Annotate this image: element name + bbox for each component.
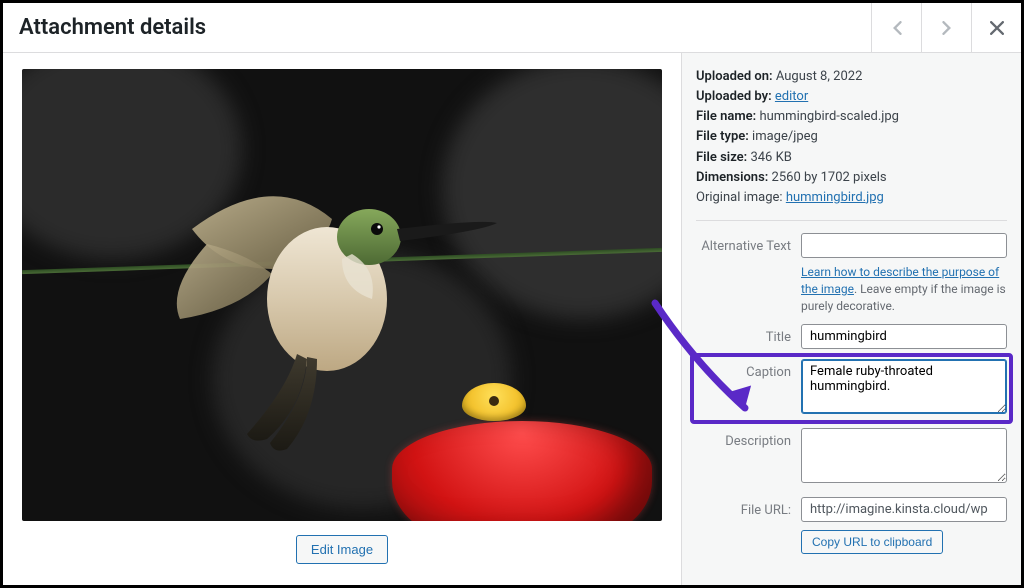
chevron-right-icon	[941, 21, 953, 35]
file-size-value: 346 KB	[750, 150, 791, 165]
title-input[interactable]	[801, 324, 1007, 349]
title-label: Title	[696, 324, 801, 345]
modal-header: Attachment details	[3, 3, 1021, 53]
caption-textarea[interactable]	[801, 359, 1007, 414]
close-icon	[990, 21, 1004, 35]
uploaded-by-link[interactable]: editor	[775, 89, 808, 104]
feeder-illustration	[392, 391, 662, 521]
file-name-label: File name:	[696, 109, 756, 124]
chevron-left-icon	[891, 21, 903, 35]
file-type-label: File type:	[696, 129, 749, 144]
description-label: Description	[696, 428, 801, 449]
uploaded-by-label: Uploaded by:	[696, 89, 772, 104]
copy-url-button[interactable]: Copy URL to clipboard	[801, 530, 943, 554]
dimensions-label: Dimensions:	[696, 170, 768, 185]
attachment-meta: Uploaded on: August 8, 2022 Uploaded by:…	[696, 67, 1007, 221]
description-textarea[interactable]	[801, 428, 1007, 483]
alt-text-input[interactable]	[801, 233, 1007, 258]
modal-title: Attachment details	[3, 15, 871, 40]
attachment-details-modal: Attachment details	[0, 0, 1024, 588]
title-row: Title	[696, 324, 1007, 349]
caption-row: Caption	[696, 359, 1007, 418]
dimensions-value: 2560 by 1702 pixels	[772, 170, 887, 185]
file-type-value: image/jpeg	[752, 129, 818, 144]
image-scene	[22, 69, 662, 521]
next-attachment-button[interactable]	[921, 3, 971, 53]
attachment-details-sidebar: Uploaded on: August 8, 2022 Uploaded by:…	[681, 53, 1021, 585]
file-url-row: File URL: Copy URL to clipboard	[696, 497, 1007, 554]
description-row: Description	[696, 428, 1007, 487]
file-size-label: File size:	[696, 150, 747, 165]
original-image-link[interactable]: hummingbird.jpg	[786, 190, 884, 205]
edit-image-button[interactable]: Edit Image	[296, 535, 388, 564]
alt-text-label: Alternative Text	[696, 233, 801, 254]
uploaded-on-value: August 8, 2022	[776, 69, 863, 84]
modal-body: Edit Image Uploaded on: August 8, 2022 U…	[3, 53, 1021, 585]
file-url-label: File URL:	[696, 497, 801, 518]
prev-attachment-button[interactable]	[871, 3, 921, 53]
alt-text-help: Learn how to describe the purpose of the…	[801, 264, 1007, 314]
attachment-preview-pane: Edit Image	[3, 53, 681, 585]
alt-text-row: Alternative Text Learn how to describe t…	[696, 233, 1007, 314]
file-url-input[interactable]	[801, 497, 1007, 522]
uploaded-on-label: Uploaded on:	[696, 69, 773, 84]
original-image-label: Original image:	[696, 190, 783, 205]
caption-label: Caption	[696, 359, 801, 380]
file-name-value: hummingbird-scaled.jpg	[759, 109, 899, 124]
close-button[interactable]	[971, 3, 1021, 53]
attachment-image	[22, 69, 662, 521]
